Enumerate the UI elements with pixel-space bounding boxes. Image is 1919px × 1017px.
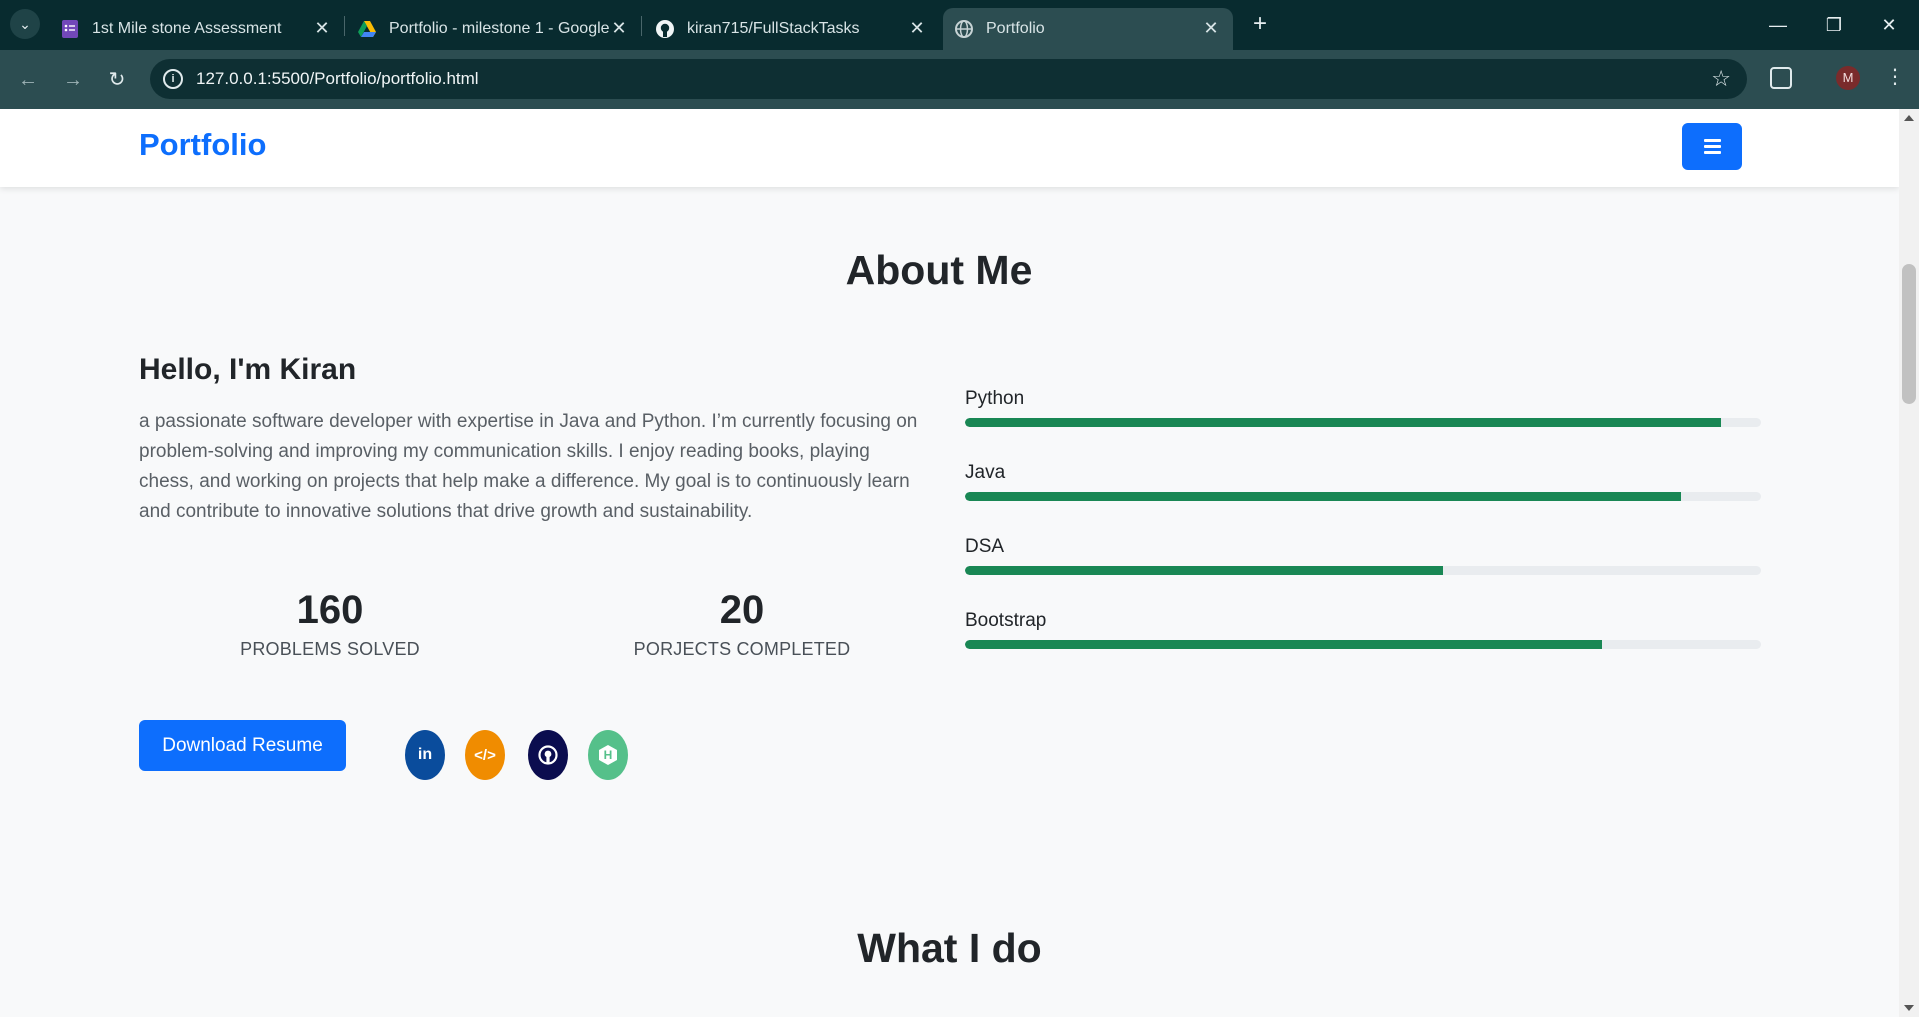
skill-bootstrap: Bootstrap [965,610,1761,649]
tab-bar: ⌄ 1st Mile stone Assessment ✕ Portfolio … [0,0,1919,50]
tab-separator [344,16,345,36]
scrollbar-thumb[interactable] [1902,264,1916,404]
reload-button[interactable]: ↻ [104,67,130,93]
hackerrank-glyph: H [599,745,617,765]
skill-dsa: DSA [965,536,1761,575]
tab-portfolio-drive[interactable]: Portfolio - milestone 1 - Google ✕ [357,8,629,50]
navbar-brand[interactable]: Portfolio [139,127,266,163]
profile-avatar[interactable]: M [1836,66,1860,90]
skill-progress-track [965,492,1761,501]
tab-portfolio-active[interactable]: Portfolio ✕ [943,8,1233,50]
bookmark-star-icon[interactable]: ☆ [1711,66,1731,92]
extensions-icon[interactable] [1770,67,1792,89]
tab-title: kiran715/FullStackTasks [687,20,860,37]
linkedin-icon[interactable]: in [405,730,445,780]
forward-button[interactable]: → [60,67,86,93]
back-button[interactable]: ← [15,67,41,93]
skill-progress-track [965,566,1761,575]
linkedin-glyph: in [417,746,433,763]
address-bar[interactable]: i 127.0.0.1:5500/Portfolio/portfolio.htm… [150,59,1747,99]
new-tab-button[interactable]: + [1247,12,1273,38]
forms-icon [60,19,80,39]
skill-progress-fill [965,566,1443,575]
browser-menu-icon[interactable]: ⋮ [1885,64,1905,90]
restore-button[interactable]: ❐ [1821,12,1847,38]
skill-label: Bootstrap [965,610,1047,631]
code-glyph: </> [474,746,496,764]
github-icon [655,19,675,39]
skill-label: DSA [965,536,1005,557]
code-icon[interactable]: </> [465,730,505,780]
hamburger-line [1704,145,1721,148]
download-resume-button[interactable]: Download Resume [139,720,346,771]
skill-java: Java [965,462,1761,501]
browser-toolbar: ← → ↻ i 127.0.0.1:5500/Portfolio/portfol… [0,50,1919,109]
tab-title: 1st Mile stone Assessment [92,20,282,37]
skill-progress-fill [965,640,1602,649]
section-title-what-i-do: What I do [857,925,1042,971]
skill-label: Python [965,388,1025,409]
page-viewport: Portfolio About Me Hello, I'm Kiran a pa… [0,109,1899,1017]
skill-progress-fill [965,418,1722,427]
stat-problems-solved: 160 PROBLEMS SOLVED [180,587,480,660]
stat-projects-completed: 20 PORJECTS COMPLETED [592,587,892,660]
section-title-about: About Me [845,247,1033,293]
close-icon[interactable]: ✕ [312,18,332,38]
minimize-button[interactable]: — [1765,12,1791,38]
hamburger-line [1704,151,1721,154]
google-drive-icon [357,19,377,39]
skill-python: Python [965,388,1761,427]
url-text[interactable]: 127.0.0.1:5500/Portfolio/portfolio.html [196,69,479,89]
skill-progress-track [965,640,1761,649]
stat-value: 20 [719,588,765,632]
stat-value: 160 [296,588,364,632]
skill-progress-fill [965,492,1682,501]
github-icon[interactable] [528,730,568,780]
scroll-up-arrow-icon[interactable] [1904,115,1914,121]
skill-label: Java [965,462,1006,483]
tab-title: Portfolio - milestone 1 - Google [389,20,610,37]
tab-separator [641,16,642,36]
stat-label: PORJECTS COMPLETED [633,639,851,659]
tab-search-button[interactable]: ⌄ [10,9,40,39]
scroll-down-arrow-icon[interactable] [1904,1005,1914,1011]
close-icon[interactable]: ✕ [1201,18,1221,38]
close-icon[interactable]: ✕ [907,18,927,38]
hamburger-line [1704,139,1721,142]
stat-label: PROBLEMS SOLVED [240,639,420,659]
hackerrank-icon[interactable]: H [588,730,628,780]
bio-paragraph: a passionate software developer with exp… [139,411,918,522]
page-scrollbar[interactable] [1899,109,1919,1017]
tab-title: Portfolio [986,20,1045,37]
greeting-heading: Hello, I'm Kiran [139,353,357,386]
github-glyph [538,745,558,765]
tab-milestone-assessment[interactable]: 1st Mile stone Assessment ✕ [60,8,332,50]
tab-github-repo[interactable]: kiran715/FullStackTasks ✕ [655,8,927,50]
close-window-button[interactable]: ✕ [1876,12,1902,38]
navbar-toggle-button[interactable] [1682,123,1742,170]
site-navbar: Portfolio [0,109,1899,187]
globe-icon [954,19,974,39]
skill-progress-track [965,418,1761,427]
site-info-icon[interactable]: i [163,69,183,89]
close-icon[interactable]: ✕ [609,18,629,38]
